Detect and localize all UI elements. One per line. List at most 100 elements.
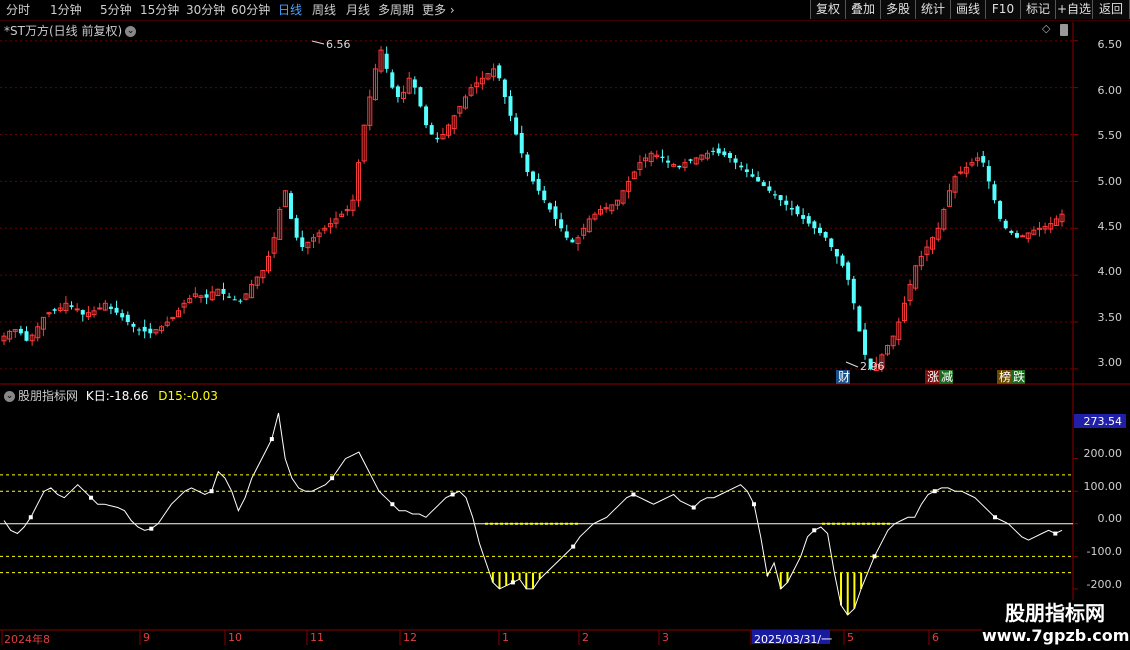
candle-body <box>863 329 868 355</box>
candle-body <box>69 305 74 308</box>
candle-body <box>789 207 794 210</box>
candle-body <box>1020 235 1026 238</box>
candle-body <box>761 182 766 187</box>
candle-body <box>395 86 400 98</box>
candle-body <box>722 151 727 156</box>
candle-body <box>547 203 552 210</box>
site-watermark: 股朋指标网 www.7gpzb.com <box>982 600 1129 648</box>
candle-body <box>137 329 142 331</box>
date-label: 2024年8 <box>4 633 50 646</box>
k-line-marker <box>28 515 33 520</box>
date-label: 9 <box>143 631 150 644</box>
chevron-down-icon[interactable]: ⌄ <box>125 26 137 37</box>
candle-body <box>733 158 738 163</box>
indicator-title: ⌄ 股朋指标网 K日:-18.66 D15:-0.03 <box>4 387 218 404</box>
indicator-tick: 200.00 <box>1083 447 1123 460</box>
indicator-tick: -100.0 <box>1086 545 1122 558</box>
high-pointer <box>311 40 325 45</box>
price-tick: 4.50 <box>1097 220 1123 233</box>
candle-body <box>418 87 423 107</box>
candle-body <box>502 79 507 98</box>
candle-body <box>711 150 716 152</box>
candle-body <box>148 328 153 334</box>
candle-body <box>519 132 524 154</box>
candle-body <box>204 294 209 298</box>
candle-body <box>429 125 434 135</box>
date-label: 3 <box>662 631 669 644</box>
stock-title-text: *ST万方(日线 前复权) <box>4 24 123 38</box>
finance-tag[interactable]: 财 <box>836 370 852 384</box>
indicator-tick: -200.0 <box>1086 578 1122 591</box>
candle-body <box>536 178 541 191</box>
date-label: 2 <box>582 631 589 644</box>
date-label: 5 <box>847 631 854 644</box>
k-line-marker <box>89 495 94 500</box>
candle-body <box>108 306 113 309</box>
stock-title[interactable]: *ST万方(日线 前复权) ⌄ <box>4 22 137 39</box>
chart-canvas <box>0 22 1130 645</box>
low-pointer <box>845 361 859 368</box>
candle-body <box>716 148 721 154</box>
price-tick: 5.50 <box>1097 129 1123 142</box>
d-label: D15: <box>158 389 187 403</box>
candle-body <box>851 278 856 304</box>
candle-body <box>131 323 136 327</box>
candle-body <box>570 239 575 243</box>
price-tick: 5.00 <box>1097 175 1123 188</box>
candle-body <box>857 306 862 332</box>
candle-body <box>125 314 130 323</box>
candle-body <box>818 227 823 233</box>
candle-body <box>795 206 800 215</box>
candle-body <box>390 72 395 88</box>
candle-body <box>1003 220 1008 229</box>
date-label: 10 <box>228 631 242 644</box>
candle-body <box>553 206 558 219</box>
k-line-marker <box>872 554 877 559</box>
candle-body <box>120 313 125 318</box>
candle-body <box>412 79 417 88</box>
k-line-marker <box>631 492 636 497</box>
d-value: -0.03 <box>186 389 218 403</box>
candle-body <box>772 194 777 196</box>
candle-body <box>727 153 732 158</box>
date-label: 1 <box>502 631 509 644</box>
fall-tag[interactable]: 跌 <box>1011 370 1027 384</box>
candle-body <box>74 308 80 311</box>
candle-body <box>846 262 851 280</box>
candle-body <box>834 248 839 257</box>
candle-body <box>1014 233 1019 238</box>
indicator-current-value: 273.54 <box>1083 415 1123 428</box>
chevron-down-icon[interactable]: ⌄ <box>4 391 15 402</box>
candle-body <box>564 231 569 238</box>
indicator-name[interactable]: 股朋指标网 <box>18 389 78 403</box>
scroll-handle[interactable] <box>1060 24 1068 36</box>
k-line-marker <box>1053 531 1058 536</box>
candle-body <box>497 65 502 79</box>
price-grid <box>0 40 1078 370</box>
candle-body <box>784 200 789 205</box>
candle-body <box>756 177 761 182</box>
candle-body <box>677 165 682 168</box>
candle-body <box>52 309 57 311</box>
candle-body <box>666 160 671 163</box>
candle-body <box>998 201 1003 219</box>
candle-body <box>559 219 564 229</box>
date-label: 11 <box>310 631 324 644</box>
candle-body <box>97 307 103 310</box>
indicator-tick: 100.00 <box>1083 480 1123 493</box>
k-line-marker <box>932 489 937 494</box>
candle-body <box>238 300 243 302</box>
k-line-marker <box>390 502 395 507</box>
date-label: 6 <box>932 631 939 644</box>
candle-body <box>294 218 299 238</box>
k-line-marker <box>691 505 696 510</box>
candle-body <box>542 190 547 201</box>
price-tick: 4.00 <box>1097 265 1123 278</box>
candle-body <box>142 326 147 332</box>
low-price-label: 2.96 <box>860 360 885 373</box>
reduce-tag[interactable]: 减 <box>939 370 955 384</box>
k-label: K日: <box>85 389 110 403</box>
k-line-marker <box>330 476 335 481</box>
diamond-icon[interactable]: ◇ <box>1042 22 1050 35</box>
k-line-marker <box>209 489 214 494</box>
